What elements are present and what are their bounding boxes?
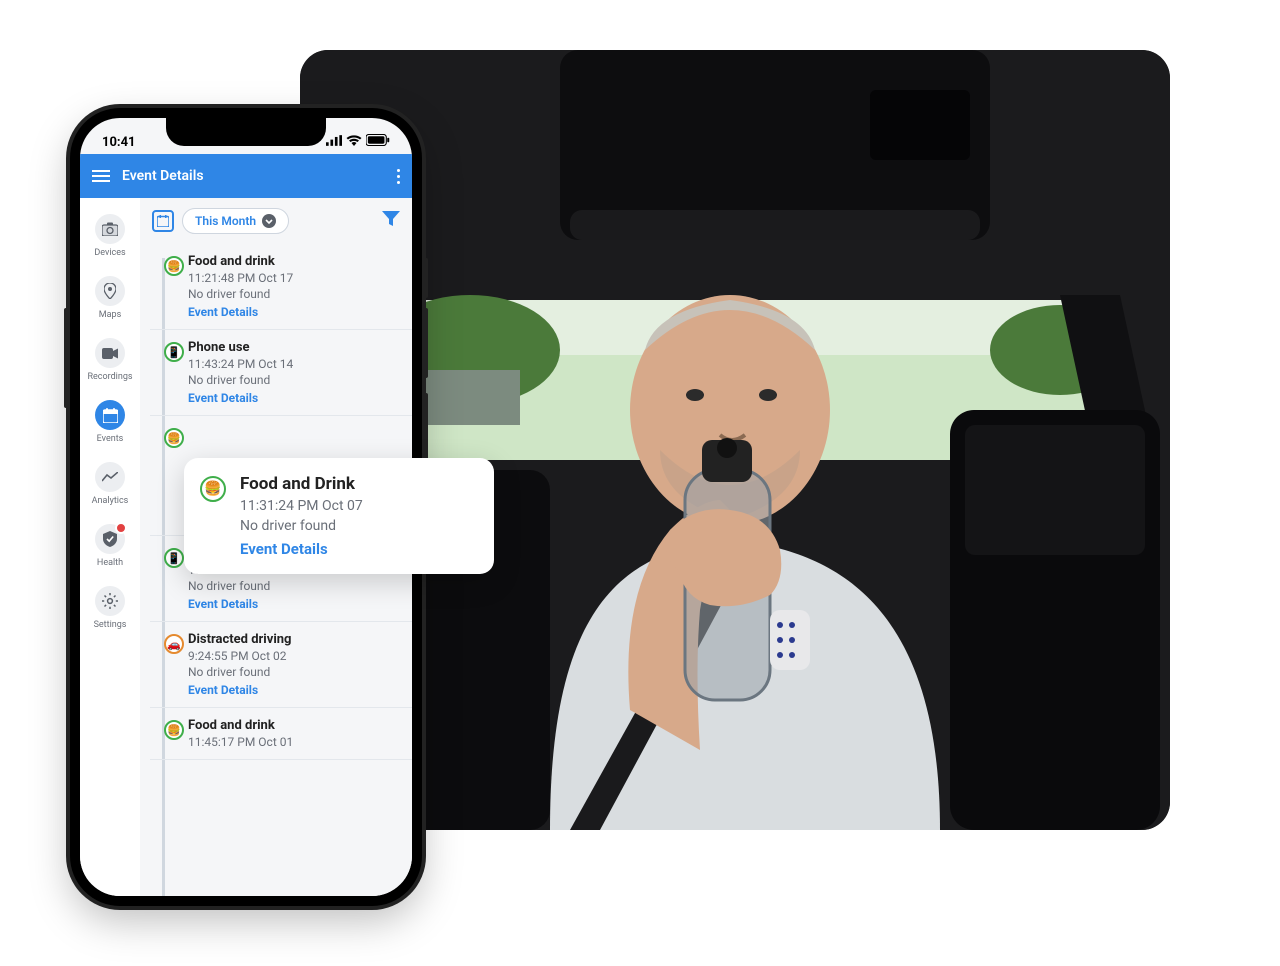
nav-sidebar: Devices Maps Recordings — [80, 198, 140, 896]
sidebar-item-label: Analytics — [92, 496, 129, 506]
chart-icon — [95, 462, 125, 492]
food-icon: 🍔 — [164, 256, 184, 276]
sidebar-item-label: Devices — [94, 248, 125, 258]
event-title: Food and Drink — [240, 474, 478, 494]
event-time: 11:43:24 PM Oct 14 — [188, 357, 400, 371]
menu-icon[interactable] — [92, 170, 110, 182]
event-sub: No driver found — [188, 373, 400, 387]
more-icon[interactable] — [397, 169, 400, 184]
alert-badge — [115, 522, 127, 534]
food-icon: 🍔 — [164, 428, 184, 448]
app-bar-title: Event Details — [122, 168, 385, 184]
event-details-link[interactable]: Event Details — [188, 391, 400, 405]
food-icon: 🍔 — [164, 720, 184, 740]
sidebar-item-label: Health — [97, 558, 123, 568]
event-time: 11:45:17 PM Oct 01 — [188, 735, 400, 749]
wifi-icon — [346, 134, 362, 150]
sidebar-item-analytics[interactable]: Analytics — [80, 456, 140, 512]
calendar-filter-icon[interactable] — [152, 210, 174, 232]
sidebar-item-events[interactable]: Events — [80, 394, 140, 450]
list-item[interactable]: 🚗 Distracted driving 9:24:55 PM Oct 02 N… — [150, 622, 412, 708]
list-item[interactable]: 🍔 Food and drink 11:21:48 PM Oct 17 No d… — [150, 244, 412, 330]
event-sub: No driver found — [188, 665, 400, 679]
event-sub: No driver found — [188, 579, 400, 593]
date-range-chip[interactable]: This Month — [182, 208, 289, 234]
phone-icon: 📱 — [164, 548, 184, 568]
sidebar-item-label: Settings — [94, 620, 127, 630]
event-title: Distracted driving — [188, 632, 400, 647]
gear-icon — [95, 586, 125, 616]
sidebar-item-devices[interactable]: Devices — [80, 208, 140, 264]
battery-icon — [366, 134, 390, 150]
event-popout-card[interactable]: 🍔 Food and Drink 11:31:24 PM Oct 07 No d… — [184, 458, 494, 574]
event-details-link[interactable]: Event Details — [188, 597, 400, 611]
sidebar-item-label: Events — [97, 434, 124, 444]
status-time: 10:41 — [102, 135, 136, 150]
sidebar-item-health[interactable]: Health — [80, 518, 140, 574]
phone-notch — [166, 118, 326, 146]
event-sub: No driver found — [188, 287, 400, 301]
signal-icon — [326, 135, 342, 150]
shield-icon — [95, 524, 125, 554]
event-details-link[interactable]: Event Details — [240, 540, 478, 558]
sidebar-item-maps[interactable]: Maps — [80, 270, 140, 326]
event-time: 9:24:55 PM Oct 02 — [188, 649, 400, 663]
event-sub: No driver found — [240, 518, 478, 534]
pin-icon — [95, 276, 125, 306]
date-range-label: This Month — [195, 214, 256, 228]
phone-icon: 📱 — [164, 342, 184, 362]
filter-icon[interactable] — [382, 211, 400, 231]
calendar-icon — [95, 400, 125, 430]
warning-icon: 🚗 — [164, 634, 184, 654]
event-time: 11:21:48 PM Oct 17 — [188, 271, 400, 285]
event-details-link[interactable]: Event Details — [188, 305, 400, 319]
sidebar-item-label: Recordings — [87, 372, 132, 382]
list-item[interactable]: 📱 Phone use 11:43:24 PM Oct 14 No driver… — [150, 330, 412, 416]
event-time: 11:31:24 PM Oct 07 — [240, 498, 478, 514]
camera-icon — [95, 214, 125, 244]
chevron-down-icon — [262, 214, 276, 228]
list-item[interactable]: 🍔 Food and drink 11:45:17 PM Oct 01 — [150, 708, 412, 760]
food-icon: 🍔 — [200, 476, 226, 502]
event-title: Phone use — [188, 340, 400, 355]
sidebar-item-settings[interactable]: Settings — [80, 580, 140, 636]
sidebar-item-recordings[interactable]: Recordings — [80, 332, 140, 388]
event-title: Food and drink — [188, 718, 400, 733]
video-icon — [95, 338, 125, 368]
event-details-link[interactable]: Event Details — [188, 683, 400, 697]
sidebar-item-label: Maps — [99, 310, 121, 320]
event-video-frame — [300, 50, 1170, 830]
event-title: Food and drink — [188, 254, 400, 269]
app-bar: Event Details — [80, 154, 412, 198]
